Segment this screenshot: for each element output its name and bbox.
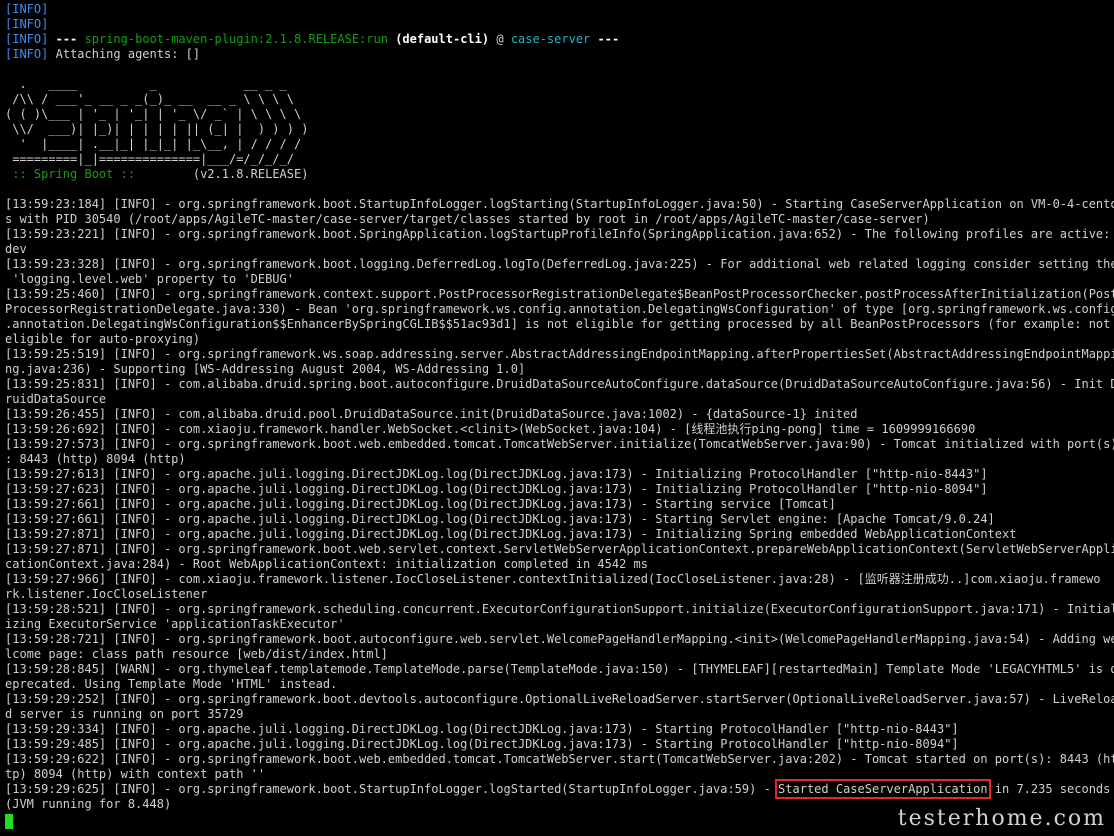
banner-line: ' |____| .__|_| |_|_| |_\__, | / / / / — [5, 137, 302, 151]
spring-boot-version: (v2.1.8.RELEASE) — [135, 167, 309, 181]
log-line: [13:59:23:184] [INFO] - org.springframew… — [5, 197, 1114, 211]
terminal-line: [INFO] Attaching agents: [] — [5, 47, 1109, 62]
log-line: [13:59:23:221] [INFO] - org.springframew… — [5, 227, 1111, 241]
watermark-logo: testerhome.com — [897, 806, 1106, 831]
log-line: [13:59:28:721] [INFO] - org.springframew… — [5, 632, 1114, 646]
info-tag: [INFO] — [5, 32, 49, 46]
log-line: [13:59:27:871] [INFO] - org.apache.juli.… — [5, 527, 1017, 541]
dashes: --- — [55, 32, 78, 46]
terminal-line: [INFO] — [5, 17, 1109, 32]
log-line: cationContext.java:284) - Root WebApplic… — [5, 557, 648, 571]
spring-boot-label: :: Spring Boot :: — [5, 167, 136, 181]
terminal-line: [INFO] --- spring-boot-maven-plugin:2.1.… — [5, 32, 1109, 47]
log-line: [13:59:26:455] [INFO] - com.alibaba.drui… — [5, 407, 858, 421]
log-line: [13:59:25:519] [INFO] - org.springframew… — [5, 347, 1114, 361]
banner-line: . ____ _ __ _ _ — [5, 77, 287, 91]
started-suffix: in 7.235 seconds — [987, 782, 1111, 796]
log-line: lcome page: class path resource [web/dis… — [5, 647, 388, 661]
log-line: [13:59:25:831] [INFO] - com.alibaba.drui… — [5, 377, 1114, 391]
log-line: eligible for auto-proxying) — [5, 332, 201, 346]
log-line: rk.listener.IocCloseListener — [5, 587, 208, 601]
plugin-name: spring-boot-maven-plugin:2.1.8.RELEASE:r… — [84, 32, 388, 46]
log-line: [13:59:29:622] [INFO] - org.springframew… — [5, 752, 1114, 766]
log-line: d server is running on port 35729 — [5, 707, 244, 721]
log-line: [13:59:27:623] [INFO] - org.apache.juli.… — [5, 482, 988, 496]
log-line: [13:59:27:661] [INFO] - org.apache.juli.… — [5, 512, 995, 526]
log-line: dev — [5, 242, 27, 256]
attaching-agents: Attaching agents: [] — [55, 47, 201, 61]
dashes: --- — [597, 32, 620, 46]
at-sign: @ — [496, 32, 504, 46]
jvm-running: (JVM running for 8.448) — [5, 797, 172, 811]
spring-boot-banner: . ____ _ __ _ _ /\\ / ___'_ __ _ _(_)_ _… — [5, 77, 1109, 167]
terminal-line: [INFO] — [5, 2, 1109, 17]
log-line: [13:59:25:460] [INFO] - org.springframew… — [5, 287, 1114, 301]
log-line: [13:59:27:613] [INFO] - org.apache.juli.… — [5, 467, 988, 481]
project-name: case-server — [510, 32, 591, 46]
log-line: .annotation.DelegatingWsConfiguration$$E… — [5, 317, 1111, 331]
log-line: s with PID 30540 (/root/apps/AgileTC-mas… — [5, 212, 930, 226]
log-line: ruidDataSource — [5, 392, 107, 406]
log-line: [13:59:29:252] [INFO] - org.springframew… — [5, 692, 1114, 706]
log-line: [13:59:28:845] [WARN] - org.thymeleaf.te… — [5, 662, 1114, 676]
info-tag: [INFO] — [5, 17, 49, 31]
info-tag: [INFO] — [5, 47, 49, 61]
log-line: 'logging.level.web' property to 'DEBUG' — [5, 272, 294, 286]
log-line: [13:59:27:573] [INFO] - org.springframew… — [5, 437, 1114, 451]
log-line: ng.java:236) - Supporting [WS-Addressing… — [5, 362, 526, 376]
log-line: [13:59:27:871] [INFO] - org.springframew… — [5, 542, 1114, 556]
info-tag: [INFO] — [5, 2, 49, 16]
log-line: [13:59:26:692] [INFO] - com.xiaoju.frame… — [5, 422, 976, 436]
terminal-cursor — [5, 814, 13, 829]
log-line: [13:59:29:334] [INFO] - org.apache.juli.… — [5, 722, 959, 736]
log-line: [13:59:23:328] [INFO] - org.springframew… — [5, 257, 1114, 271]
banner-line: /\\ / ___'_ __ _ _(_)_ __ __ _ \ \ \ \ — [5, 92, 294, 106]
started-prefix: [13:59:29:625] [INFO] - org.springframew… — [5, 782, 779, 796]
banner-line: \\/ ___)| |_)| | | | | || (_| | ) ) ) ) — [5, 122, 309, 136]
log-lines: [13:59:23:184] [INFO] - org.springframew… — [5, 197, 1114, 782]
log-line: [13:59:29:485] [INFO] - org.apache.juli.… — [5, 737, 959, 751]
log-line: izing ExecutorService 'applicationTaskEx… — [5, 617, 345, 631]
terminal-line: [13:59:29:625] [INFO] - org.springframew… — [5, 779, 1111, 799]
log-line: [13:59:27:966] [INFO] - com.xiaoju.frame… — [5, 572, 1101, 586]
banner-version-line: :: Spring Boot :: (v2.1.8.RELEASE) — [5, 167, 1109, 182]
log-line: [13:59:28:521] [INFO] - org.springframew… — [5, 602, 1114, 616]
cli-label: (default-cli) — [395, 32, 490, 46]
log-line: : 8443 (http) 8094 (http) — [5, 452, 186, 466]
banner-line: ( ( )\___ | '_ | '_| | '_ \/ _` | \ \ \ … — [5, 107, 302, 121]
log-line: eprecated. Using Template Mode 'HTML' in… — [5, 677, 338, 691]
started-app-highlight: Started CaseServerApplication — [775, 779, 991, 799]
log-line: ProcessorRegistrationDelegate.java:330) … — [5, 302, 1114, 316]
terminal-output[interactable]: [INFO] [INFO] [INFO] --- spring-boot-mav… — [5, 2, 1114, 812]
banner-line: =========|_|==============|___/=/_/_/_/ — [5, 152, 294, 166]
log-line: tp) 8094 (http) with context path '' — [5, 767, 266, 781]
log-line: [13:59:27:661] [INFO] - org.apache.juli.… — [5, 497, 836, 511]
